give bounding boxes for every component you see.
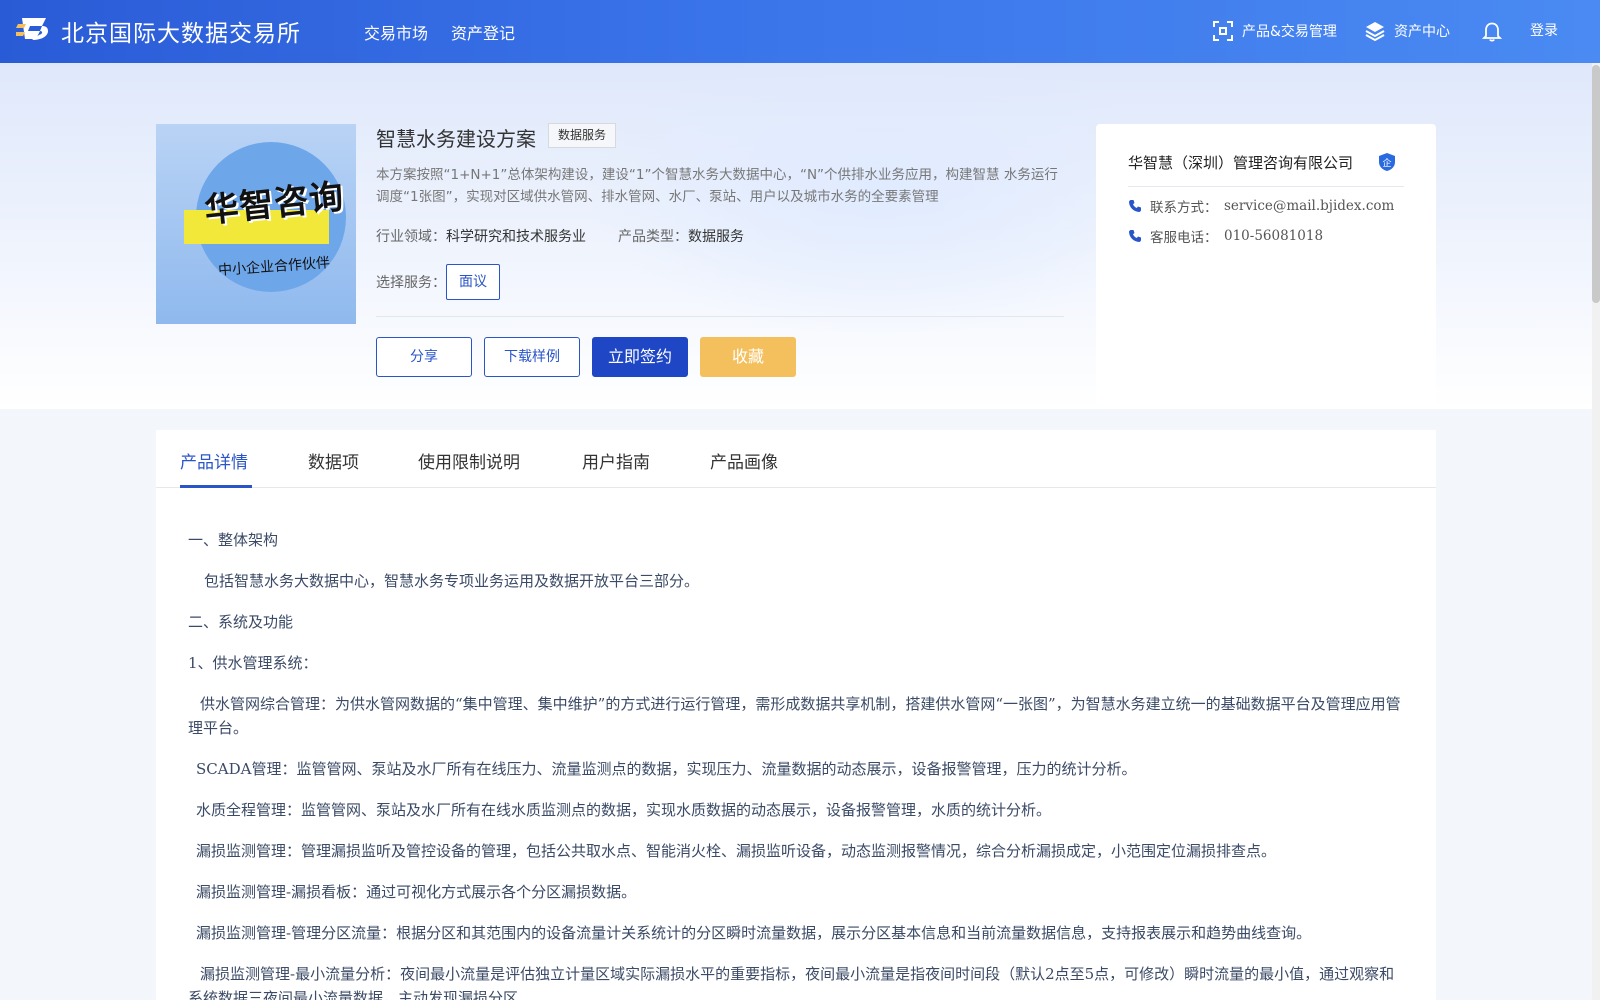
layers-icon [1365,22,1385,42]
contact-email[interactable]: service@mail.bjidex.com [1224,198,1394,214]
download-sample-button[interactable]: 下载样例 [484,337,580,377]
nav-asset-center[interactable]: 资产中心 [1364,20,1450,42]
subsection-heading: 1、供水管理系统： [188,654,318,672]
product-title: 智慧水务建设方案 [376,127,536,151]
phone-number[interactable]: 010-56081018 [1224,228,1323,244]
tab-data-items[interactable]: 数据项 [308,448,359,473]
nav-asset-registration[interactable]: 资产登记 [451,20,515,44]
type-label: 产品类型： [618,229,688,245]
company-card: 华智慧（深圳）管理咨询有限公司 企 联系方式： service@mail.bji… [1096,124,1436,409]
bell-icon[interactable] [1481,20,1503,42]
service-option-negotiable[interactable]: 面议 [446,264,500,300]
paragraph: 漏损监测管理-管理分区流量：根据分区和其范围内的设备流量计关系统计的分区瞬时流量… [196,924,1312,942]
industry-value: 科学研究和技术服务业 [446,229,586,245]
top-navbar: 北京国际大数据交易所 交易市场 资产登记 产品&交易管理 资产中心 登录 [0,0,1600,63]
paragraph: 供水管网综合管理：为供水管网数据的“集中管理、集中维护”的方式进行运行管理，需形… [188,695,1401,737]
industry-meta: 行业领域：科学研究和技术服务业 [376,226,586,246]
product-detail-card: 产品详情 数据项 使用限制说明 用户指南 产品画像 一、整体架构 包括智慧水务大… [156,430,1436,1000]
share-button[interactable]: 分享 [376,337,472,377]
phone-row: 客服电话： 010-56081018 [1128,226,1323,246]
divider [376,316,1064,317]
contact-label: 联系方式： [1150,200,1218,216]
product-tag: 数据服务 [548,123,617,148]
industry-label: 行业领域： [376,229,446,245]
company-name[interactable]: 华智慧（深圳）管理咨询有限公司 [1128,152,1353,173]
phone-label: 客服电话： [1150,230,1218,246]
paragraph: 漏损监测管理-最小流量分析：夜间最小流量是评估独立计量区域实际漏损水平的重要指标… [188,965,1395,1000]
scrollbar-thumb[interactable] [1592,65,1600,303]
type-meta: 产品类型：数据服务 [618,226,744,246]
detail-tabs: 产品详情 数据项 使用限制说明 用户指南 产品画像 [156,430,1436,488]
asset-center-label: 资产中心 [1394,24,1450,40]
phone-icon [1129,230,1141,242]
paragraph: SCADA管理：监管管网、泵站及水厂所有在线压力、流量监测点的数据，实现压力、流… [196,760,1137,778]
nav-product-management[interactable]: 产品&交易管理 [1212,20,1337,42]
tab-product-details[interactable]: 产品详情 [180,448,248,473]
tab-product-portrait[interactable]: 产品画像 [710,448,778,473]
tab-usage-restrictions[interactable]: 使用限制说明 [418,448,520,473]
type-value: 数据服务 [688,229,744,245]
product-image[interactable]: 华智咨询 中小企业合作伙伴 [156,124,356,324]
product-management-label: 产品&交易管理 [1242,24,1337,40]
product-description: 本方案按照“1+N+1”总体架构建设，建设“1”个智慧水务大数据中心，“N”个供… [376,167,1058,205]
scan-icon [1213,21,1233,41]
paragraph: 包括智慧水务大数据中心，智慧水务专项业务运用及数据开放平台三部分。 [204,572,700,590]
paragraph: 漏损监测管理-漏损看板：通过可视化方式展示各个分区漏损数据。 [196,883,637,901]
enterprise-verified-icon: 企 [1379,153,1395,171]
bjidex-logo-icon[interactable] [16,14,52,48]
sign-now-button[interactable]: 立即签约 [592,337,688,377]
paragraph: 水质全程管理：监管管网、泵站及水厂所有在线水质监测点的数据，实现水质数据的动态展… [196,801,1052,819]
login-link[interactable]: 登录 [1530,20,1558,40]
badge-text: 企 [1382,157,1391,169]
select-service-label: 选择服务： [376,275,446,291]
section-heading: 二、系统及功能 [188,613,294,631]
nav-trading-market[interactable]: 交易市场 [364,20,428,44]
tab-user-guide[interactable]: 用户指南 [582,448,650,473]
favorite-button[interactable]: 收藏 [700,337,796,377]
company-divider [1128,186,1404,187]
phone-icon [1129,200,1141,212]
brand-name[interactable]: 北京国际大数据交易所 [61,14,301,48]
paragraph: 漏损监测管理：管理漏损监听及管控设备的管理，包括公共取水点、智能消火栓、漏损监听… [196,842,1277,860]
active-tab-indicator [180,485,252,488]
section-heading: 一、整体架构 [188,531,279,549]
contact-row: 联系方式： service@mail.bjidex.com [1128,196,1394,216]
